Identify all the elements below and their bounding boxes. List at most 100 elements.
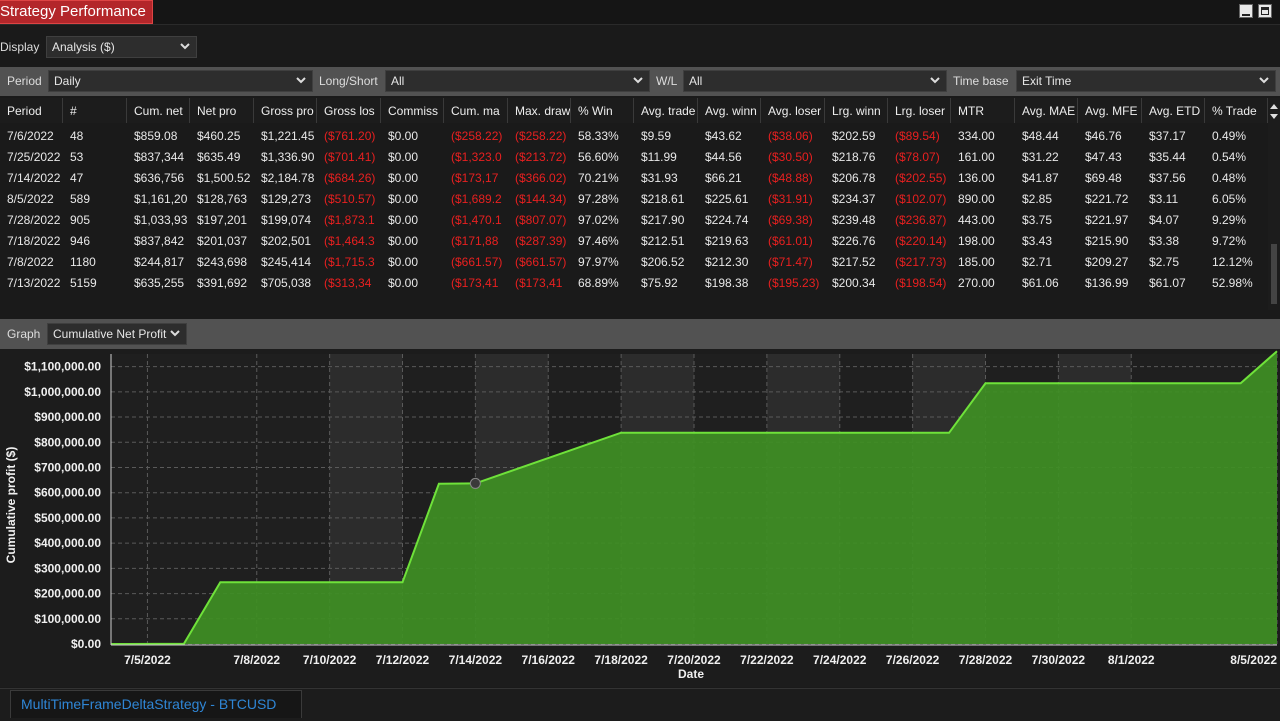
x-tick-label: 8/5/2022 — [1230, 653, 1277, 667]
graph-type-dropdown[interactable]: Cumulative Net Profit — [47, 323, 187, 345]
table-cell: 5159 — [70, 276, 97, 290]
column-header[interactable]: % Win — [571, 98, 634, 123]
chevron-down-icon — [1259, 71, 1271, 91]
table-cell: ($661.57) — [451, 255, 503, 269]
table-cell: $202.59 — [832, 129, 876, 143]
column-header[interactable]: Lrg. winn — [825, 98, 888, 123]
y-tick-label: $1,100,000.00 — [24, 360, 101, 374]
table-cell: $69.48 — [1085, 171, 1122, 185]
column-header[interactable]: Period — [0, 98, 63, 123]
column-header[interactable]: Gross los — [317, 98, 381, 123]
table-cell: ($1,689.2 — [451, 192, 502, 206]
table-cell: $37.17 — [1149, 129, 1186, 143]
graph-type-value: Cumulative Net Profit — [53, 327, 167, 341]
column-header[interactable]: Commiss — [381, 98, 444, 123]
table-cell: $128,763 — [197, 192, 248, 206]
column-header[interactable]: Avg. winn — [698, 98, 761, 123]
table-cell: 47 — [70, 171, 84, 185]
title-bar: Strategy Performance — [0, 0, 1280, 25]
table-cell: $136.99 — [1085, 276, 1129, 290]
column-header[interactable]: # — [63, 98, 127, 123]
table-row[interactable]: 7/28/2022 905 $1,033,93 $197,201 $199,074 ($1… — [0, 210, 1268, 231]
table-cell: ($144.34) — [515, 192, 567, 206]
table-cell: $0.00 — [388, 234, 419, 248]
table-row[interactable]: 7/25/2022 53 $837,344 $635.49 $1,336.90 ($701… — [0, 147, 1268, 168]
table-cell: $1,500.52 — [197, 171, 251, 185]
column-header[interactable]: Avg. MFE — [1078, 98, 1142, 123]
scroll-down-icon[interactable] — [1268, 110, 1280, 124]
table-cell: $44.56 — [705, 150, 742, 164]
column-header[interactable]: Cum. net — [127, 98, 190, 123]
wl-value: All — [689, 74, 703, 88]
column-header[interactable]: % Trade — [1205, 98, 1268, 123]
table-header: Period # Cum. net Net pro Gross pro Gross los… — [0, 98, 1268, 123]
column-header[interactable]: Net pro — [190, 98, 254, 123]
x-tick-label: 7/16/2022 — [522, 653, 576, 667]
display-dropdown[interactable]: Analysis ($) — [46, 36, 197, 58]
table-row[interactable]: 7/13/2022 5159 $635,255 $391,692 $705,038 ($3… — [0, 273, 1268, 294]
table-cell: ($1,323.0 — [451, 150, 502, 164]
chevron-down-icon — [930, 71, 942, 91]
chevron-down-icon — [180, 37, 192, 57]
table-cell: $2.85 — [1022, 192, 1053, 206]
table-cell: ($198.54) — [895, 276, 947, 290]
table-cell: $48.44 — [1022, 129, 1059, 143]
longshort-dropdown[interactable]: All — [385, 70, 650, 92]
table-cell: $1,033,93 — [134, 213, 188, 227]
timebase-dropdown[interactable]: Exit Time — [1016, 70, 1276, 92]
table-cell: $837,842 — [134, 234, 185, 248]
table-cell: $212.51 — [641, 234, 685, 248]
column-header[interactable]: Avg. ETD — [1142, 98, 1205, 123]
column-header[interactable]: Avg. trade — [634, 98, 698, 123]
column-header[interactable]: Avg. loser — [761, 98, 825, 123]
table-cell: $206.52 — [641, 255, 685, 269]
table-cell: $0.00 — [388, 276, 419, 290]
wl-dropdown[interactable]: All — [683, 70, 947, 92]
minimize-icon[interactable] — [1239, 4, 1253, 18]
table-cell: ($220.14) — [895, 234, 947, 248]
table-row[interactable]: 7/6/2022 48 $859.08 $460.25 $1,221.45 ($761.2… — [0, 126, 1268, 147]
table-cell: 48 — [70, 129, 84, 143]
table-cell: $35.44 — [1149, 150, 1186, 164]
vertical-scrollbar[interactable] — [1268, 98, 1280, 310]
scroll-thumb[interactable] — [1271, 244, 1277, 304]
column-header[interactable]: Avg. MAE — [1015, 98, 1078, 123]
x-axis-title: Date — [678, 667, 704, 681]
table-cell: $198.38 — [705, 276, 749, 290]
table-cell: 7/8/2022 — [7, 255, 54, 269]
y-tick-label: $900,000.00 — [34, 410, 101, 424]
column-header[interactable]: Max. draw — [508, 98, 571, 123]
table-cell: 8/5/2022 — [7, 192, 54, 206]
table-cell: $206.78 — [832, 171, 876, 185]
table-cell: ($258.22) — [515, 129, 567, 143]
period-dropdown[interactable]: Daily — [48, 70, 313, 92]
table-cell: ($89.54) — [895, 129, 940, 143]
table-cell: ($1,464.3 — [324, 234, 375, 248]
table-cell: $3.43 — [1022, 234, 1053, 248]
table-row[interactable]: 7/8/2022 1180 $244,817 $243,698 $245,414 ($1,… — [0, 252, 1268, 273]
display-value: Analysis ($) — [52, 40, 115, 54]
column-header[interactable]: Cum. ma — [444, 98, 508, 123]
table-row[interactable]: 7/14/2022 47 $636,756 $1,500.52 $2,184.78 ($6… — [0, 168, 1268, 189]
graph-bar: Graph Cumulative Net Profit — [0, 319, 1280, 349]
strategy-tab[interactable]: MultiTimeFrameDeltaStrategy - BTCUSD — [10, 690, 302, 718]
column-header[interactable]: Lrg. loser — [888, 98, 951, 123]
table-row[interactable]: 8/5/2022 589 $1,161,20 $128,763 $129,273 ($51… — [0, 189, 1268, 210]
timebase-label: Time base — [953, 74, 1009, 88]
table-cell: $2,184.78 — [261, 171, 315, 185]
x-tick-label: 7/20/2022 — [667, 653, 721, 667]
table-cell: $43.62 — [705, 129, 742, 143]
x-tick-label: 7/8/2022 — [233, 653, 280, 667]
longshort-label: Long/Short — [319, 74, 378, 88]
maximize-icon[interactable] — [1258, 4, 1272, 18]
table-cell: ($173,17 — [451, 171, 499, 185]
x-tick-label: 7/14/2022 — [449, 653, 503, 667]
window-title[interactable]: Strategy Performance — [0, 0, 153, 24]
graph-label: Graph — [7, 327, 41, 341]
column-header[interactable]: Gross pro — [254, 98, 317, 123]
table-cell: 97.97% — [578, 255, 619, 269]
table-cell: $31.93 — [641, 171, 678, 185]
table-cell: $460.25 — [197, 129, 241, 143]
table-row[interactable]: 7/18/2022 946 $837,842 $201,037 $202,501 ($1,… — [0, 231, 1268, 252]
column-header[interactable]: MTR — [951, 98, 1015, 123]
